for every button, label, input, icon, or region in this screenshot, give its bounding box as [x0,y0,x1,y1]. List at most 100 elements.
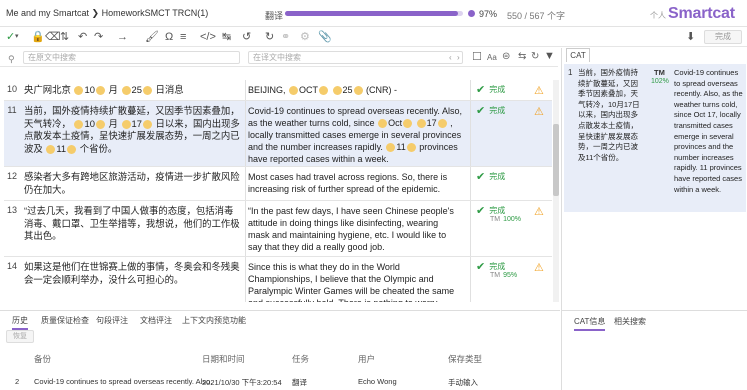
placeholder-tag-icon [67,144,77,154]
col-task: 任务 [292,354,310,364]
regex-icon[interactable]: ⊜ [502,50,510,64]
column-divider [245,257,246,302]
tab-qa-check[interactable]: 质量保证检查 [41,315,89,326]
brand-logo: Smartcat [668,5,735,22]
copy-source-icon[interactable]: ⇅ [60,30,69,44]
history-row-text[interactable]: Covid-19 continues to spread overseas re… [34,377,212,386]
tag-icon[interactable]: </> [200,30,216,44]
placeholder-tag-icon [46,144,56,154]
omega-icon[interactable]: Ω [165,30,173,44]
pilcrow-icon[interactable]: ≡ [180,30,186,44]
placeholder-tag-icon [353,86,363,96]
brush-icon[interactable]: 🖌 [145,30,159,44]
warning-icon[interactable]: ⚠ [534,261,544,274]
placeholder-tag-icon [437,119,447,129]
tab-context-preview[interactable]: 上下文内预览功能 [182,315,246,326]
clear-icon[interactable]: ⌫ [45,30,61,44]
segment-target[interactable]: BEIJING, OCT 25 (CNR) - [248,84,462,96]
undo-icon[interactable]: ↶ [78,30,87,44]
placeholder-tag-icon [332,86,342,96]
tag-value: 17 [426,118,437,128]
complete-button[interactable]: 完成 [704,30,742,44]
target-search-input[interactable]: 在译文中搜索 [248,51,463,64]
warning-icon[interactable]: ⚠ [534,84,544,97]
replace-icon[interactable]: ⇆ [518,50,526,64]
placeholder-tag-icon [121,86,131,96]
column-divider [470,201,471,256]
segment-source: 当前，国外疫情持续扩散蔓延，又因季节因素叠加，天气转冷， 10 月 17 日以来… [24,105,240,154]
segment-target[interactable]: Most cases had travel across regions. So… [248,171,462,195]
join-icon[interactable]: → [117,30,128,44]
source-search-input[interactable]: 在原文中搜索 [23,51,240,64]
col-save-type: 保存类型 [448,354,483,364]
progress-bar [285,11,463,16]
segment-number: 11 [7,105,17,115]
tab-cat-info[interactable]: CAT信息 [574,316,606,331]
history-row-num: 2 [15,377,20,386]
tm-label: TM [490,272,501,279]
segment-target[interactable]: Since this is what they do in the World … [248,261,462,302]
placeholder-tag-icon [406,143,416,153]
progress-indicator-icon [468,10,475,17]
checkbox-icon[interactable]: ☐ [472,50,482,64]
segment-target[interactable]: Covid-19 continues to spread overseas re… [248,105,462,165]
confirmed-check-icon[interactable]: ✔ [476,205,485,217]
segment-row[interactable]: 14 如果这是他们在世锦赛上做的事情，冬奥会和冬残奥会一定会顺利举办，没什么可担心… [4,257,552,302]
confirmed-check-icon[interactable]: ✔ [476,261,485,273]
tab-document-comments[interactable]: 文档评注 [140,315,172,326]
restore-button[interactable]: 恢复 [6,330,34,343]
placeholder-tag-icon [378,119,388,129]
segment-target[interactable]: “In the past few days, I have seen Chine… [248,205,462,253]
tm-label: TM [490,216,501,223]
cat-match-percent: 102% [651,78,669,85]
tab-related-search[interactable]: 相关搜索 [614,316,646,327]
search-next-icon[interactable]: › [457,51,460,65]
link-icon[interactable]: ⚭ [281,30,290,44]
match-case-icon[interactable]: Aa [487,51,497,65]
column-divider [245,167,246,200]
lock-icon[interactable]: 🔒 [31,30,45,44]
segment-source: 央广网北京 10 月 25 日消息 [24,84,184,96]
confirmed-check-icon[interactable]: ✔ [476,105,485,117]
tab-cat[interactable]: CAT [566,48,590,62]
search-row: ⚲ 在原文中搜索 在译文中搜索 ‹ › ☐ Aa ⊜ ⇆ ↻ ▼ [0,48,558,67]
breadcrumb[interactable]: Me and my Smartcat ❯ HomeworkSMCT TRCN(1… [6,8,208,19]
cat-match-target: Covid-19 continues to spread overseas re… [674,68,743,194]
segment-row[interactable]: 10 央广网北京 10 月 25 日消息 BEIJING, OCT 25 (CNR)… [4,80,552,101]
confirmed-check-icon[interactable]: ✔ [476,171,485,183]
warning-icon[interactable]: ⚠ [534,105,544,118]
split-icon[interactable]: ↹ [222,30,231,44]
history-icon[interactable]: ↻ [265,30,274,44]
download-icon[interactable]: ⬇ [686,30,695,44]
tm-match: TM 95% [490,272,517,279]
segment-row[interactable]: 13 “过去几天，我看到了中国人做事的态度，包括消毒消毒、戴口罩、卫生举措等，我想… [4,201,552,257]
grid-scrollbar-thumb[interactable] [553,124,559,196]
clip-icon[interactable]: 📎 [318,30,332,44]
filter-icon[interactable]: ▼ [544,49,555,63]
segment-status: ✔ 完成 ⚠ [476,83,546,97]
confirmed-check-icon[interactable]: ✔ [476,84,485,96]
settings-icon[interactable]: ⚙ [300,30,310,44]
redo-icon[interactable]: ↷ [94,30,103,44]
refresh-icon[interactable]: ↻ [531,50,539,64]
tab-segment-comments[interactable]: 句段评注 [96,315,128,326]
segment-number: 10 [6,84,17,94]
search-prev-icon[interactable]: ‹ [449,51,452,65]
segment-row[interactable]: 12 感染者大多有跨地区旅游活动，疫情进一步扩散风险仍在加大。 Most cases… [4,167,552,201]
cat-match-row[interactable]: 1 当前，国外疫情持续扩散蔓延，又因季节因素叠加，天气转冷，10月17日以来，国… [564,64,746,212]
warning-icon[interactable]: ⚠ [534,205,544,218]
placeholder-tag-icon [416,119,426,129]
stage-label: 翻译 [265,11,284,21]
placeholder-tag-icon [95,119,105,129]
confirm-dropdown-icon[interactable]: ▾ [15,30,19,44]
tag-value: 25 [342,85,353,95]
confirm-icon[interactable]: ✓ [6,30,15,44]
placeholder-tag-icon [74,119,84,129]
tm-percent: 95% [503,272,518,279]
top-bar: Me and my Smartcat ❯ HomeworkSMCT TRCN(1… [0,0,747,27]
segment-number: 12 [6,171,17,181]
column-divider [245,201,246,256]
tab-history[interactable]: 历史 [12,315,28,330]
segment-row[interactable]: 11 当前，国外疫情持续扩散蔓延，又因季节因素叠加，天气转冷， 10 月 17 日… [4,101,552,167]
revert-icon[interactable]: ↺ [242,30,251,44]
